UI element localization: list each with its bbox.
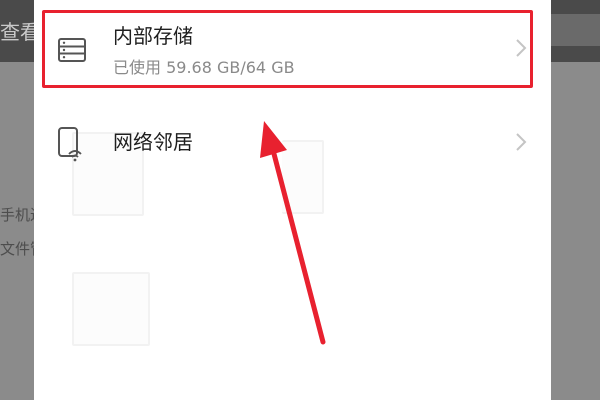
storage-usage-text: 已使用 59.68 GB/64 GB: [113, 58, 295, 77]
screen: 查看 手机进入 文件管理 内部存储 已使用 59.68 GB/64 GB: [0, 0, 600, 400]
internal-storage-item[interactable]: 内部存储 已使用 59.68 GB/64 GB: [34, 0, 551, 98]
storage-icon: [56, 34, 88, 66]
network-device-icon: [56, 124, 86, 164]
network-neighborhood-label: 网络邻居: [113, 130, 193, 154]
chevron-right-icon: [514, 130, 528, 154]
background-header-text: 查看: [0, 20, 34, 44]
internal-storage-label: 内部存储: [113, 24, 193, 48]
storage-location-dialog: 内部存储 已使用 59.68 GB/64 GB 网络邻居: [34, 0, 551, 400]
background-text-line-1: 手机进入: [0, 206, 34, 224]
background-left-region: [0, 62, 34, 400]
network-neighborhood-item[interactable]: 网络邻居: [34, 104, 551, 180]
background-text-line-2: 文件管理: [0, 240, 34, 258]
background-right-region: [551, 62, 600, 400]
faded-thumbnail: [72, 272, 150, 346]
background-search-bar: [551, 14, 600, 46]
chevron-right-icon: [514, 36, 528, 60]
